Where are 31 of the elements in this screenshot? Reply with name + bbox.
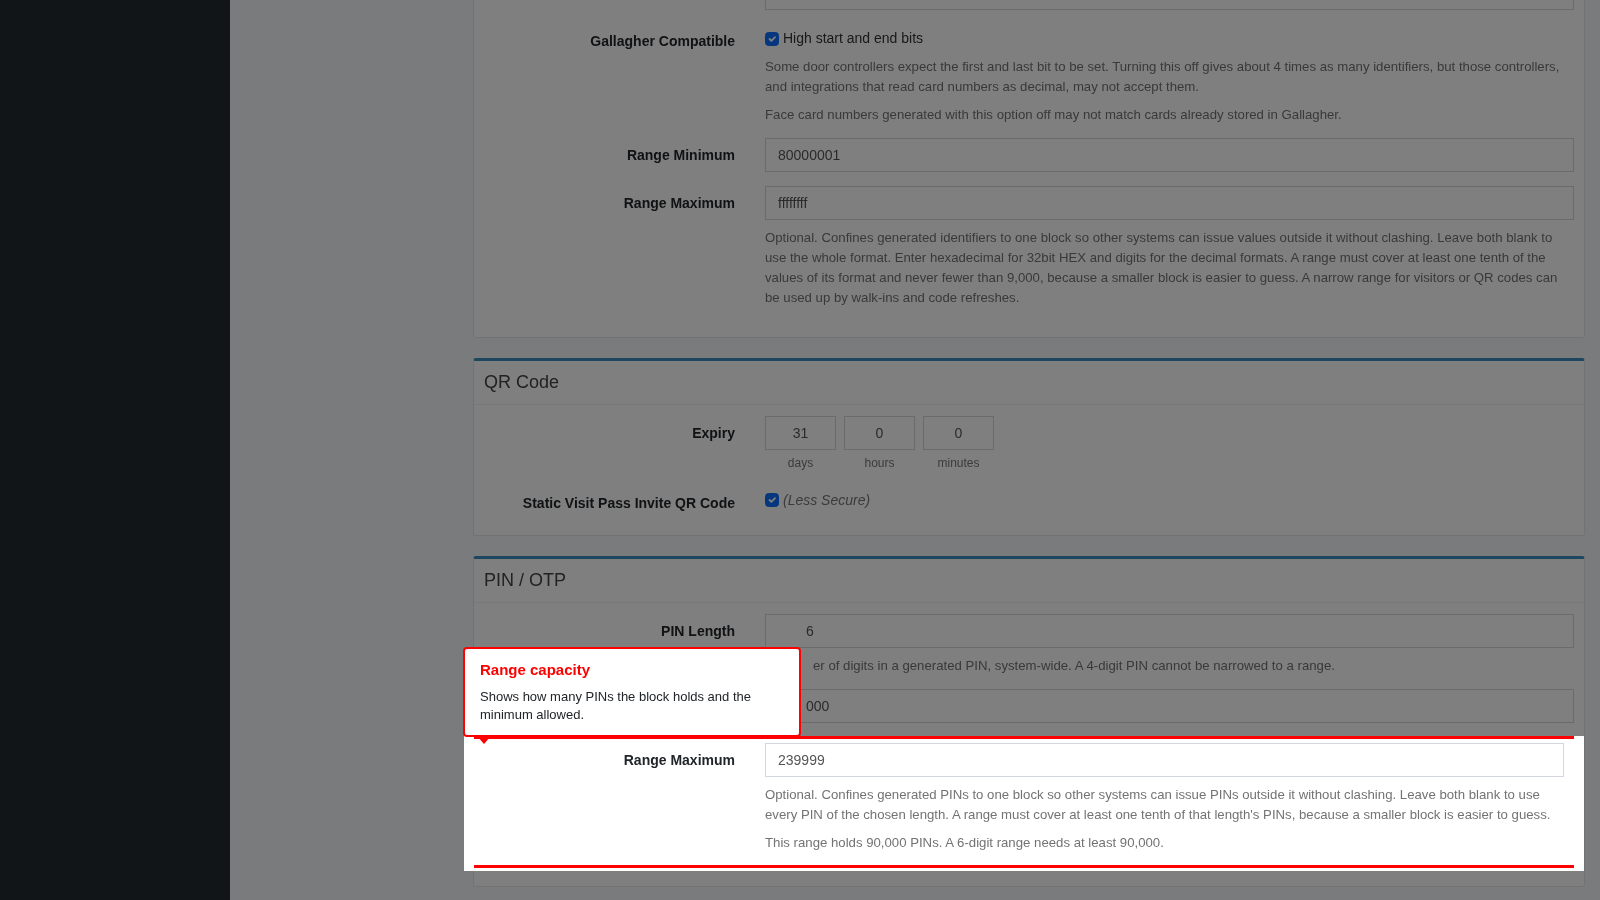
section-title: QR Code <box>474 360 1584 405</box>
popover-title: Range capacity <box>480 660 592 680</box>
checkbox[interactable] <box>765 493 779 508</box>
popover-text: Shows how many PINs the block holds and the minimum allowed. <box>480 687 752 725</box>
help-text: Some door controllers expect the first and last bit to be set. Turning this off gives about 4 times as many identifiers, but those controllers, and integrations that read card numbers as decimal, may not accept them. <box>765 58 1561 96</box>
help-text: Optional. Confines generated identifiers to one block so other systems can issue values outside it without clashing. Leave both blank to use the whole format. Enter hexadecimal for 32bit HEX and digits for the decimal formats. A range must cover at least one tenth of the values of its format and never fewer than 9,000, because a smaller block is easier to guess. A narrow range for visitors or QR codes can be used up by walk-ins and code refreshes. <box>765 229 1559 307</box>
field-label: Expiry <box>692 424 735 441</box>
unit-label: days <box>786 454 815 472</box>
duration-field[interactable]: 31 <box>765 415 836 450</box>
input-field[interactable]: 6 <box>765 613 1574 648</box>
field-label: Range Minimum <box>626 147 735 164</box>
field-label: Range Maximum <box>623 752 735 769</box>
input-field[interactable]: 80000001 <box>765 138 1574 173</box>
field-label: Static Visit Pass Invite QR Code <box>522 494 735 511</box>
field-label: Range Maximum <box>623 195 735 212</box>
help-text: Optional. Confines generated PINs to one block so other systems can issue PINs outside it without clashing. Leave both blank to use every PIN of the chosen length. A range must cover at least one tenth of that length's PINs, because a smaller block is easier to guess. <box>765 786 1552 825</box>
help-text: This range holds 90,000 PINs. A 6-digit range needs at least 90,000. <box>765 833 1165 852</box>
section-title: PIN / OTP <box>474 558 1584 603</box>
duration-field[interactable]: 0 <box>844 415 915 450</box>
help-text: er of digits in a generated PIN, system-wide. A 4-digit PIN cannot be narrowed to a range. <box>812 656 1336 675</box>
checkbox[interactable] <box>765 31 779 46</box>
field-label: Gallagher Compatible <box>590 33 735 49</box>
unit-label: hours <box>863 454 896 472</box>
duration-field[interactable]: 0 <box>923 415 994 450</box>
unit-label: minutes <box>936 454 981 472</box>
input-field[interactable]: ffffffff <box>765 186 1574 221</box>
field-label: PIN Length <box>661 622 735 639</box>
input-field[interactable]: 239999 <box>765 743 1564 778</box>
help-text: Face card numbers generated with this option off may not match cards already stored in Gallagher. <box>765 105 1343 124</box>
checkbox-label: (Less Secure) <box>783 490 871 510</box>
checkbox-label: High start and end bits <box>783 29 924 48</box>
